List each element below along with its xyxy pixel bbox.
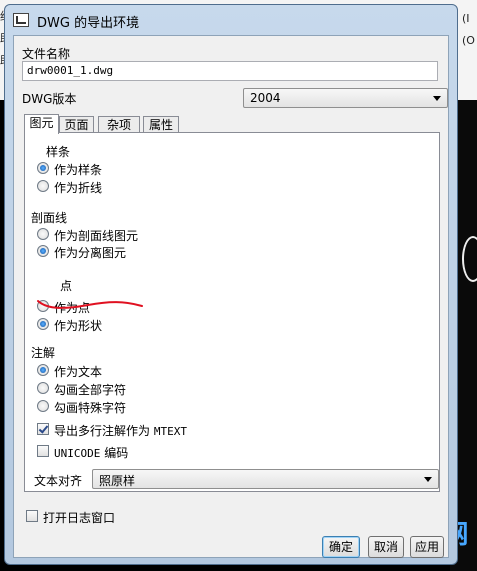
- radio-label: 作为文本: [54, 365, 103, 379]
- checkbox-label: 导出多行注解作为 MTEXT: [54, 422, 187, 439]
- dwg-export-dialog: DWG 的导出环境 文件名称 drw0001_1.dwg DWG版本 2004 …: [4, 4, 458, 565]
- radio-button[interactable]: [37, 400, 49, 412]
- radio-label: 作为折线: [54, 181, 103, 195]
- dwg-version-value: 2004: [250, 91, 281, 105]
- radio-button[interactable]: [37, 245, 49, 257]
- file-name-input[interactable]: drw0001_1.dwg: [22, 61, 438, 81]
- radio-label: 作为形状: [54, 319, 103, 333]
- checkbox[interactable]: [37, 445, 49, 457]
- checkbox-label: 打开日志窗口: [43, 511, 116, 525]
- radio-button[interactable]: [37, 318, 49, 330]
- ok-button[interactable]: 确定: [322, 536, 360, 558]
- window-app-icon[interactable]: [13, 13, 29, 27]
- chevron-down-icon: [433, 96, 441, 101]
- apply-button[interactable]: 应用: [410, 536, 444, 558]
- dwg-version-select[interactable]: 2004: [243, 88, 448, 108]
- background-drawing-arc: [462, 236, 477, 282]
- chevron-down-icon: [424, 477, 432, 482]
- unicode-code: UNICODE: [54, 447, 101, 460]
- notes-group-title: 注解: [31, 346, 56, 360]
- background-text: (O: [462, 34, 475, 47]
- radio-label: 作为样条: [54, 163, 103, 177]
- radio-button[interactable]: [37, 364, 49, 376]
- point-group-title: 点: [60, 279, 73, 293]
- radio-button[interactable]: [37, 382, 49, 394]
- text-align-value: 照原样: [99, 474, 136, 488]
- radio-button[interactable]: [37, 228, 49, 240]
- radio-label: 勾画全部字符: [54, 383, 127, 397]
- text-align-select[interactable]: 照原样: [92, 469, 439, 489]
- cancel-button[interactable]: 取消: [368, 536, 404, 558]
- radio-button[interactable]: [37, 162, 49, 174]
- radio-label: 作为分离图元: [54, 246, 127, 260]
- checkbox[interactable]: [37, 423, 49, 435]
- mtext-prefix: 导出多行注解作为: [54, 424, 151, 438]
- annotation-stroke: [37, 300, 143, 309]
- title-bar[interactable]: DWG 的导出环境: [5, 5, 457, 35]
- background-text: (I: [462, 12, 470, 25]
- radio-button[interactable]: [37, 180, 49, 192]
- window-title: DWG 的导出环境: [37, 16, 140, 31]
- dialog-body: 文件名称 drw0001_1.dwg DWG版本 2004 图元 页面 杂项 属…: [13, 35, 449, 558]
- red-underline-annotation: [37, 300, 143, 309]
- tab-elements[interactable]: 图元: [24, 114, 59, 134]
- file-name-label: 文件名称: [22, 47, 71, 61]
- unicode-suffix: 编码: [104, 446, 129, 460]
- radio-label: 作为剖面线图元: [54, 229, 139, 243]
- mtext-code: MTEXT: [153, 425, 187, 438]
- text-align-label: 文本对齐: [34, 474, 83, 488]
- dwg-version-label: DWG版本: [22, 92, 77, 106]
- checkbox[interactable]: [26, 510, 38, 522]
- spline-group-title: 样条: [46, 145, 71, 159]
- checkbox-label: UNICODE 编码: [54, 444, 128, 461]
- hatch-group-title: 剖面线: [31, 211, 68, 225]
- radio-label: 勾画特殊字符: [54, 401, 127, 415]
